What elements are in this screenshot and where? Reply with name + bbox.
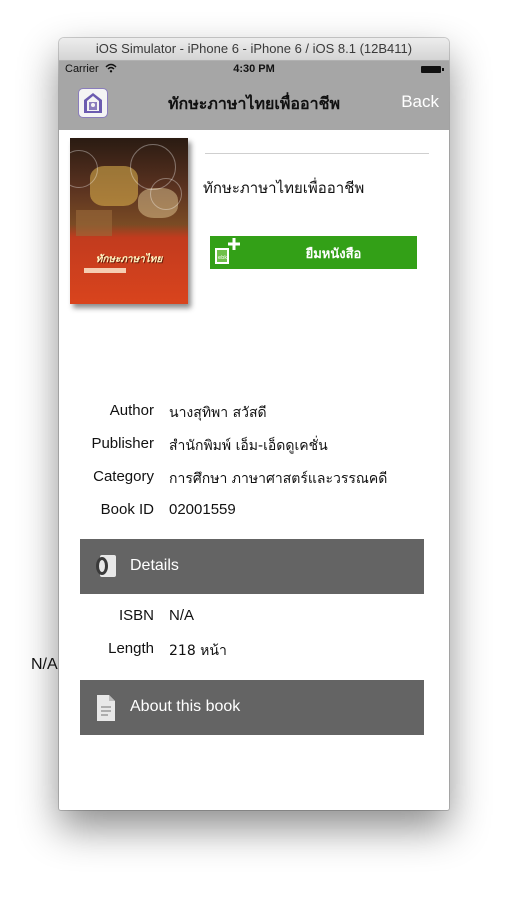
isbn-value: N/A bbox=[169, 607, 195, 624]
details-row-length: Length 218 หน้า bbox=[59, 640, 449, 666]
details-row-isbn: ISBN N/A bbox=[59, 607, 449, 633]
metadata-row-category: Category การศึกษา ภาษาศาสตร์และวรรณคดี bbox=[59, 468, 449, 494]
simulator-title: iOS Simulator - iPhone 6 - iPhone 6 / iO… bbox=[59, 38, 449, 61]
author-value: นางสุทิพา สวัสดี bbox=[169, 405, 267, 421]
borrow-button-label: ยืมหนังสือ bbox=[305, 247, 362, 262]
battery-icon bbox=[421, 66, 444, 73]
category-value: การศึกษา ภาษาศาสตร์และวรรณคดี bbox=[169, 471, 388, 487]
details-header-label: Details bbox=[130, 557, 179, 574]
metadata-row-publisher: Publisher สำนักพิมพ์ เอ็ม-เอ็ดดูเคชั่น bbox=[59, 435, 449, 461]
book-id-value: 02001559 bbox=[169, 501, 236, 518]
about-header-label: About this book bbox=[130, 698, 241, 715]
borrow-book-button[interactable]: ebk ยืมหนังสือ bbox=[210, 236, 417, 269]
status-bar: Carrier 4:30 PM bbox=[59, 61, 449, 78]
author-label: Author bbox=[109, 402, 154, 419]
book-cover-image[interactable]: ทักษะภาษาไทย bbox=[70, 138, 188, 304]
book-id-label: Book ID bbox=[100, 501, 154, 518]
publisher-label: Publisher bbox=[91, 435, 154, 452]
isbn-label: ISBN bbox=[118, 607, 154, 624]
about-book-text: N/A bbox=[31, 656, 58, 673]
publisher-value: สำนักพิมพ์ เอ็ม-เอ็ดดูเคชั่น bbox=[169, 438, 328, 454]
metadata-row-author: Author นางสุทิพา สวัสดี bbox=[59, 402, 449, 428]
navigation-bar: ทักษะภาษาไทยเพื่ออาชีพ Back bbox=[59, 78, 449, 130]
status-time: 4:30 PM bbox=[233, 63, 275, 75]
svg-text:ebk: ebk bbox=[218, 255, 227, 261]
length-value: 218 หน้า bbox=[169, 643, 227, 659]
back-button[interactable]: Back bbox=[401, 92, 439, 112]
details-section-header[interactable]: Details bbox=[80, 539, 424, 594]
metadata-row-book-id: Book ID 02001559 bbox=[59, 501, 449, 527]
cover-title-text: ทักษะภาษาไทย bbox=[95, 254, 163, 265]
simulator-window: iOS Simulator - iPhone 6 - iPhone 6 / iO… bbox=[59, 38, 449, 810]
nav-title: ทักษะภาษาไทยเพื่ออาชีพ bbox=[167, 94, 341, 113]
add-book-icon: ebk bbox=[215, 238, 240, 264]
document-info-icon bbox=[96, 555, 116, 577]
length-label: Length bbox=[108, 640, 154, 657]
book-title: ทักษะภาษาไทยเพื่ออาชีพ bbox=[203, 179, 365, 197]
category-label: Category bbox=[93, 468, 154, 485]
about-section-header[interactable]: About this book bbox=[80, 680, 424, 735]
document-icon bbox=[97, 695, 115, 721]
title-divider bbox=[205, 153, 429, 154]
